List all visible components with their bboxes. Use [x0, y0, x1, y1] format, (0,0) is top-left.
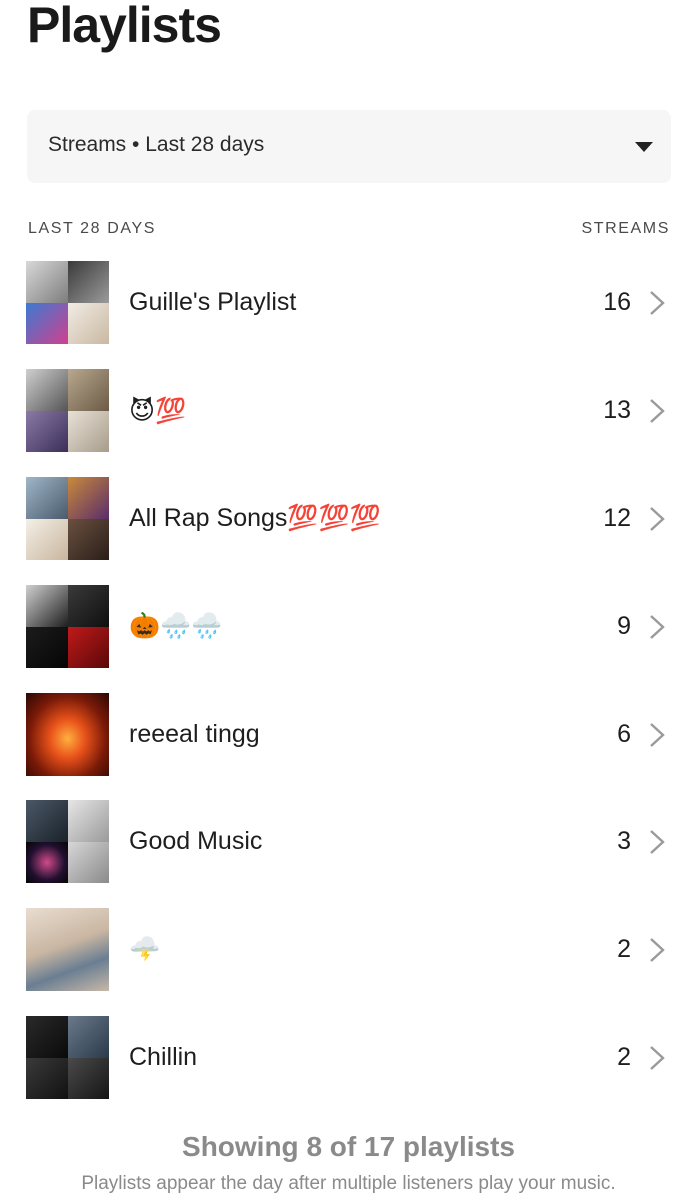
playlist-row[interactable]: Guille's Playlist 16 — [0, 261, 697, 345]
column-header-period: LAST 28 DAYS — [28, 220, 156, 237]
playlist-cover — [26, 800, 109, 883]
chevron-right-icon — [650, 830, 665, 854]
page-title: Playlists — [27, 0, 222, 53]
showing-count-label: Showing 8 of 17 playlists — [182, 1131, 515, 1162]
stream-count: 3 — [617, 827, 631, 855]
playlist-name: Good Music — [129, 827, 263, 855]
chevron-right-icon — [650, 507, 665, 531]
playlist-row[interactable]: Good Music 3 — [0, 800, 697, 884]
chevron-right-icon — [650, 723, 665, 747]
stream-count: 2 — [617, 1043, 631, 1071]
stream-count: 2 — [617, 935, 631, 963]
chevron-right-icon — [650, 1046, 665, 1070]
playlist-name: 🌩️ — [129, 935, 161, 963]
filter-label: Streams • Last 28 days — [48, 133, 265, 156]
stream-count: 6 — [617, 720, 631, 748]
stream-count: 12 — [603, 504, 631, 532]
playlist-cover — [26, 261, 109, 344]
playlist-cover — [26, 1016, 109, 1099]
streams-filter-dropdown[interactable]: Streams • Last 28 days — [27, 110, 671, 183]
playlist-cover — [26, 477, 109, 560]
playlist-cover — [26, 908, 109, 991]
stream-count: 13 — [603, 396, 631, 424]
playlist-name: 🎃🌧️🌧️ — [129, 612, 223, 640]
playlist-row[interactable]: Chillin 2 — [0, 1016, 697, 1100]
column-header-streams[interactable]: STREAMS — [581, 220, 670, 238]
chevron-right-icon — [650, 291, 665, 315]
playlist-name: reeeal tingg — [129, 720, 260, 748]
playlist-row[interactable]: 🎃🌧️🌧️ 9 — [0, 585, 697, 669]
stream-count: 9 — [617, 612, 631, 640]
playlist-name: All Rap Songs💯💯💯 — [129, 504, 381, 532]
playlist-name: Chillin — [129, 1043, 198, 1071]
playlist-row[interactable]: reeeal tingg 6 — [0, 693, 697, 777]
footer-note: Playlists appear the day after multiple … — [81, 1173, 616, 1194]
playlist-name: Guille's Playlist — [129, 288, 297, 316]
playlist-row[interactable]: All Rap Songs💯💯💯 12 — [0, 477, 697, 561]
playlist-name: 😈💯 — [129, 397, 187, 425]
playlist-cover — [26, 369, 109, 452]
playlist-row[interactable]: 🌩️ 2 — [0, 908, 697, 992]
playlist-cover — [26, 693, 109, 776]
playlist-cover — [26, 585, 109, 668]
chevron-right-icon — [650, 938, 665, 962]
chevron-right-icon — [650, 399, 665, 423]
playlist-row[interactable]: 😈💯 13 — [0, 369, 697, 453]
chevron-down-icon — [635, 142, 653, 152]
stream-count: 16 — [603, 288, 631, 316]
chevron-right-icon — [650, 615, 665, 639]
